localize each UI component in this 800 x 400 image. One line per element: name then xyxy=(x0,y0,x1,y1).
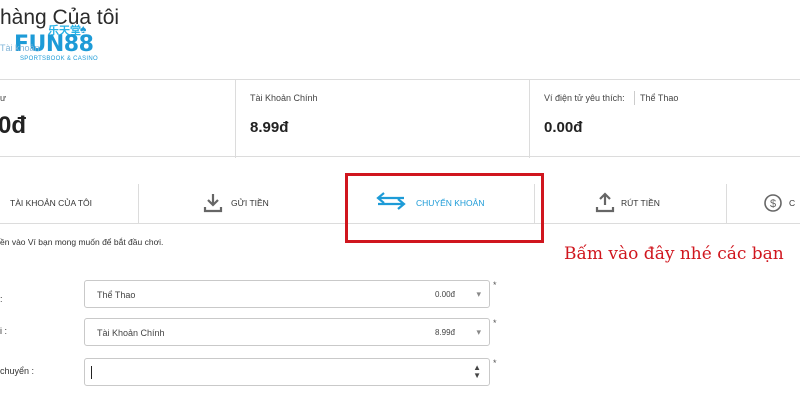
balance-total-label: ư xyxy=(0,93,7,103)
balance-main-value: 8.99đ xyxy=(250,119,289,136)
from-wallet-select[interactable]: Thể Thao 0.00đ ▾ xyxy=(84,280,490,308)
to-wallet-select[interactable]: Tài Khoản Chính 8.99đ ▾ xyxy=(84,318,490,346)
balance-total-value: 0đ xyxy=(0,112,27,139)
tab-withdraw[interactable]: RÚT TIỀN xyxy=(534,184,726,224)
to-wallet-amount: 8.99đ xyxy=(434,328,455,337)
tab-deposit[interactable]: GỬI TIỀN xyxy=(138,184,334,224)
stepper-icon[interactable]: ▲ ▼ xyxy=(473,364,481,380)
fun88-logo: 乐天堂 ♠ FUN88 SPORTSBOOK & CASINO xyxy=(14,22,114,62)
required-marker: * xyxy=(493,280,497,290)
annotation-text: Bấm vào đây nhé các bạn xyxy=(564,244,784,264)
upload-icon xyxy=(595,192,615,213)
favorite-wallet-value: 0.00đ xyxy=(544,119,583,136)
balance-main-account: Tài Khoản Chính 8.99đ xyxy=(236,80,530,158)
to-wallet-label: i : xyxy=(0,326,8,336)
text-cursor xyxy=(91,366,92,379)
balance-main-label: Tài Khoản Chính xyxy=(250,93,318,103)
chevron-down-icon: ▾ xyxy=(476,289,481,299)
dollar-circle-icon: $ xyxy=(764,194,782,212)
favorite-wallet-label: Ví điện tử yêu thích: xyxy=(544,93,625,103)
logo-tagline: SPORTSBOOK & CASINO xyxy=(20,56,98,62)
required-marker: * xyxy=(493,318,497,328)
tab-my-account-label: TÀI KHOẢN CỦA TÔI xyxy=(10,198,93,208)
transfer-amount-label: chuyển : xyxy=(0,366,35,376)
instruction-text: ền vào Ví bạn mong muốn để bắt đầu chơi. xyxy=(0,237,164,247)
from-wallet-name: Thể Thao xyxy=(97,290,136,300)
tab-more[interactable]: $ C xyxy=(726,184,800,224)
tab-my-account[interactable]: TÀI KHOẢN CỦA TÔI xyxy=(0,184,138,224)
to-wallet-name: Tài Khoản Chính xyxy=(97,328,165,338)
download-icon xyxy=(203,194,223,213)
balance-total: ư 0đ xyxy=(0,80,236,158)
chevron-down-icon: ▾ xyxy=(476,327,481,337)
divider xyxy=(634,91,635,105)
highlight-box xyxy=(345,173,544,243)
required-marker: * xyxy=(493,358,497,368)
breadcrumb-link[interactable]: Tài khoản xyxy=(0,43,40,53)
svg-text:$: $ xyxy=(770,198,776,210)
tab-withdraw-label: RÚT TIỀN xyxy=(621,198,660,208)
balance-favorite-wallet: Ví điện tử yêu thích: Thể Thao 0.00đ xyxy=(530,80,800,158)
balance-summary: ư 0đ Tài Khoản Chính 8.99đ Ví điện tử yê… xyxy=(0,79,800,158)
tab-more-label: C xyxy=(789,198,796,208)
from-wallet-label: : xyxy=(0,294,3,304)
tab-deposit-label: GỬI TIỀN xyxy=(231,198,269,208)
from-wallet-amount: 0.00đ xyxy=(434,290,455,299)
favorite-wallet-select[interactable]: Thể Thao xyxy=(640,93,678,103)
transfer-amount-input[interactable]: ▲ ▼ xyxy=(84,358,490,386)
